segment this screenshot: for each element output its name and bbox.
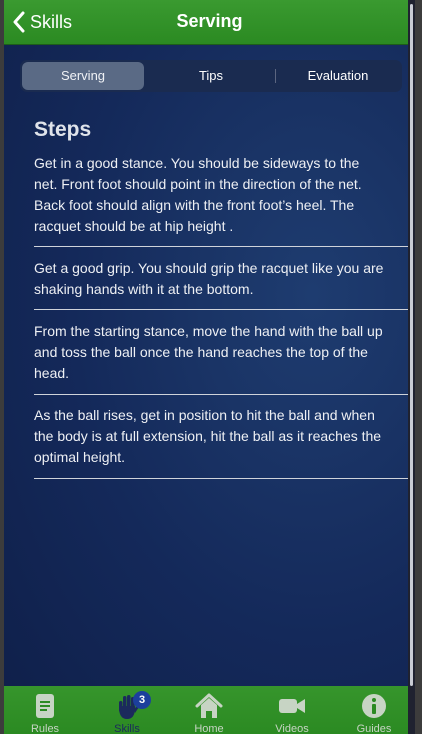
document-icon <box>36 694 54 718</box>
divider <box>34 246 408 247</box>
page-title: Serving <box>176 11 243 31</box>
step-item: From the starting stance, move the hand … <box>34 323 383 381</box>
steps-heading: Steps <box>34 118 92 141</box>
nav-bar: Skills Serving <box>4 0 415 45</box>
tab-label: Guides <box>356 723 392 734</box>
app-window: Skills Serving Serving Tips Evaluation S… <box>4 0 415 734</box>
tab-videos[interactable]: Videos <box>251 686 333 734</box>
tab-skills[interactable]: 3 Skills <box>86 686 168 734</box>
tab-rules[interactable]: Rules <box>4 686 86 734</box>
tab-label: Home <box>194 723 224 734</box>
info-icon <box>362 694 386 718</box>
tab-label: Videos <box>275 723 309 734</box>
divider <box>34 478 408 479</box>
tab-home[interactable]: Home <box>168 686 250 734</box>
tab-label: Skills <box>114 723 140 734</box>
home-icon <box>195 693 223 718</box>
step-item: As the ball rises, get in position to hi… <box>34 407 382 465</box>
scrollbar-thumb[interactable] <box>410 4 413 686</box>
tab-label: Rules <box>30 723 60 734</box>
step-item: Get in a good stance. You should be side… <box>34 155 362 234</box>
segmented-control: Serving Tips Evaluation <box>20 60 402 92</box>
step-item: Get a good grip. You should grip the rac… <box>34 260 384 297</box>
tab-bar: Rules 3 Skills Home Videos Guides <box>4 686 415 734</box>
video-camera-icon <box>279 699 305 713</box>
segment-tips[interactable]: Tips <box>148 62 274 90</box>
tab-guides[interactable]: Guides <box>333 686 415 734</box>
segment-serving[interactable]: Serving <box>22 62 144 90</box>
scrollbar[interactable] <box>408 0 415 734</box>
segment-evaluation[interactable]: Evaluation <box>276 62 400 90</box>
notification-badge: 3 <box>133 691 151 709</box>
divider <box>34 394 408 395</box>
divider <box>34 309 408 310</box>
